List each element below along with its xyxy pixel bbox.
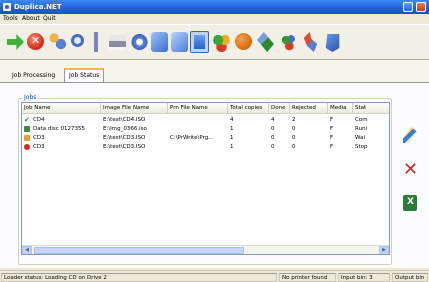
menu-about[interactable]: About [22, 15, 40, 23]
cell-image-file: E:\test\CD3.ISO [103, 135, 146, 141]
cell-image-file: E:\test\CD4.ISO [103, 117, 146, 123]
table-row[interactable]: CD3 E:\test\CD3.ISO 1 0 0 F Stop [22, 143, 389, 151]
edit-job-button[interactable] [398, 123, 422, 147]
loader-status: Loader status: Loading CD on Drive 2 [1, 273, 277, 282]
cell-media: F [330, 135, 334, 141]
menu-tools[interactable]: Tools [3, 15, 18, 23]
scroll-left-icon[interactable]: ◀ [22, 246, 32, 254]
scroll-right-icon[interactable]: ▶ [379, 246, 389, 254]
menu-bar: Tools About Quit [0, 14, 429, 24]
search-icon[interactable] [71, 34, 84, 47]
toolbar [0, 24, 429, 60]
cursor-icon[interactable] [94, 32, 98, 52]
cell-status: Wai [355, 135, 365, 141]
menu-quit[interactable]: Quit [43, 15, 56, 23]
list-header: Job Name Image File Name Prn File Name T… [22, 103, 389, 114]
cell-done: 0 [271, 135, 275, 141]
app-window: Duplica.NET Tools About Quit Job Process… [0, 0, 429, 282]
tools-icon[interactable] [257, 32, 274, 52]
cube-icon[interactable] [325, 34, 340, 52]
jobs-group-label: Jobs [23, 94, 38, 101]
delete-job-button[interactable]: ✕ [398, 158, 422, 182]
cell-job-name: Data disc 0127355 [33, 126, 86, 132]
cell-job-name: CD4 [33, 117, 45, 123]
printer-status: No printer found [279, 273, 336, 282]
cell-prn-file [168, 125, 228, 133]
cell-media: F [330, 126, 334, 132]
jobs-list[interactable]: Job Name Image File Name Prn File Name T… [21, 102, 390, 255]
col-done[interactable]: Done [269, 103, 290, 114]
horizontal-scrollbar[interactable]: ◀ ▶ [22, 245, 389, 254]
job-status-panel: Jobs Job Name Image File Name Prn File N… [0, 82, 429, 268]
palette-icon[interactable] [280, 32, 297, 52]
cell-status: Runi [355, 126, 368, 132]
users-icon[interactable] [49, 32, 66, 52]
table-row[interactable]: ✔ CD4 E:\test\CD4.ISO 4 4 2 F Com [22, 116, 389, 124]
cell-prn-file [168, 116, 228, 124]
cell-rejected: 0 [292, 135, 296, 141]
job-status-icon[interactable] [190, 31, 209, 53]
disc-icon [24, 135, 30, 141]
cell-done: 0 [271, 126, 275, 132]
cell-media: F [330, 144, 334, 150]
cell-total-copies: 1 [230, 126, 234, 132]
stop-icon[interactable] [27, 33, 44, 50]
settings-icon[interactable] [131, 32, 148, 52]
status-bar: Loader status: Loading CD on Drive 2 No … [0, 270, 429, 282]
minimize-button[interactable] [403, 2, 413, 12]
disc-icon[interactable] [151, 32, 168, 52]
col-total-copies[interactable]: Total copies [228, 103, 269, 114]
col-status[interactable]: Stat [353, 103, 389, 114]
input-bin-status: Input bin: 3 [338, 273, 390, 282]
arrow-right-icon[interactable] [7, 34, 24, 50]
col-rejected[interactable]: Rejected [290, 103, 328, 114]
export-excel-button[interactable] [398, 191, 422, 215]
check-icon: ✔ [24, 116, 30, 124]
cell-rejected: 2 [292, 117, 296, 123]
table-row[interactable]: CD3 E:\test\CD3.ISO C:\PrWrite\Prg... 1 … [22, 134, 389, 142]
cell-total-copies: 1 [230, 144, 234, 150]
app-icon [3, 3, 11, 11]
close-button[interactable] [416, 2, 426, 12]
cell-rejected: 0 [292, 144, 296, 150]
printing-icon [24, 126, 30, 132]
cell-status: Com [355, 117, 368, 123]
cell-job-name: CD3 [33, 144, 45, 150]
cell-job-name: CD3 [33, 135, 45, 141]
cell-prn-file: C:\PrWrite\Prg... [170, 135, 214, 141]
colors-icon[interactable] [213, 32, 230, 52]
delete-icon: ✕ [403, 159, 419, 180]
ball-icon[interactable] [235, 33, 252, 50]
title-bar[interactable]: Duplica.NET [0, 0, 429, 14]
col-image-file-name[interactable]: Image File Name [101, 103, 168, 114]
wrench-icon[interactable] [303, 32, 318, 52]
cell-total-copies: 1 [230, 135, 234, 141]
error-icon [24, 144, 30, 150]
col-job-name[interactable]: Job Name [22, 103, 101, 114]
edit-icon [403, 127, 417, 143]
cell-rejected: 0 [292, 126, 296, 132]
tab-strip: Job Processing Job Status [0, 60, 429, 82]
tab-job-status[interactable]: Job Status [64, 68, 105, 82]
cell-total-copies: 4 [230, 117, 234, 123]
table-row[interactable]: Data disc 0127355 E:\Img_0366.iso 1 0 0 … [22, 125, 389, 133]
tab-job-processing[interactable]: Job Processing [8, 70, 59, 82]
scroll-thumb[interactable] [34, 247, 244, 254]
cell-media: F [330, 117, 334, 123]
window-title: Duplica.NET [14, 3, 62, 11]
output-bin-status: Output bin [392, 273, 428, 282]
cell-done: 0 [271, 144, 275, 150]
printer-icon[interactable] [109, 35, 126, 50]
cell-status: Stop [355, 144, 368, 150]
col-prn-file-name[interactable]: Prn File Name [168, 103, 228, 114]
cell-done: 4 [271, 117, 275, 123]
excel-icon [403, 195, 417, 211]
col-media[interactable]: Media [328, 103, 353, 114]
cell-image-file: E:\Img_0366.iso [103, 126, 147, 132]
cell-prn-file [168, 143, 228, 151]
cell-image-file: E:\test\CD3.ISO [103, 144, 146, 150]
disc-copy-icon[interactable] [171, 32, 188, 52]
